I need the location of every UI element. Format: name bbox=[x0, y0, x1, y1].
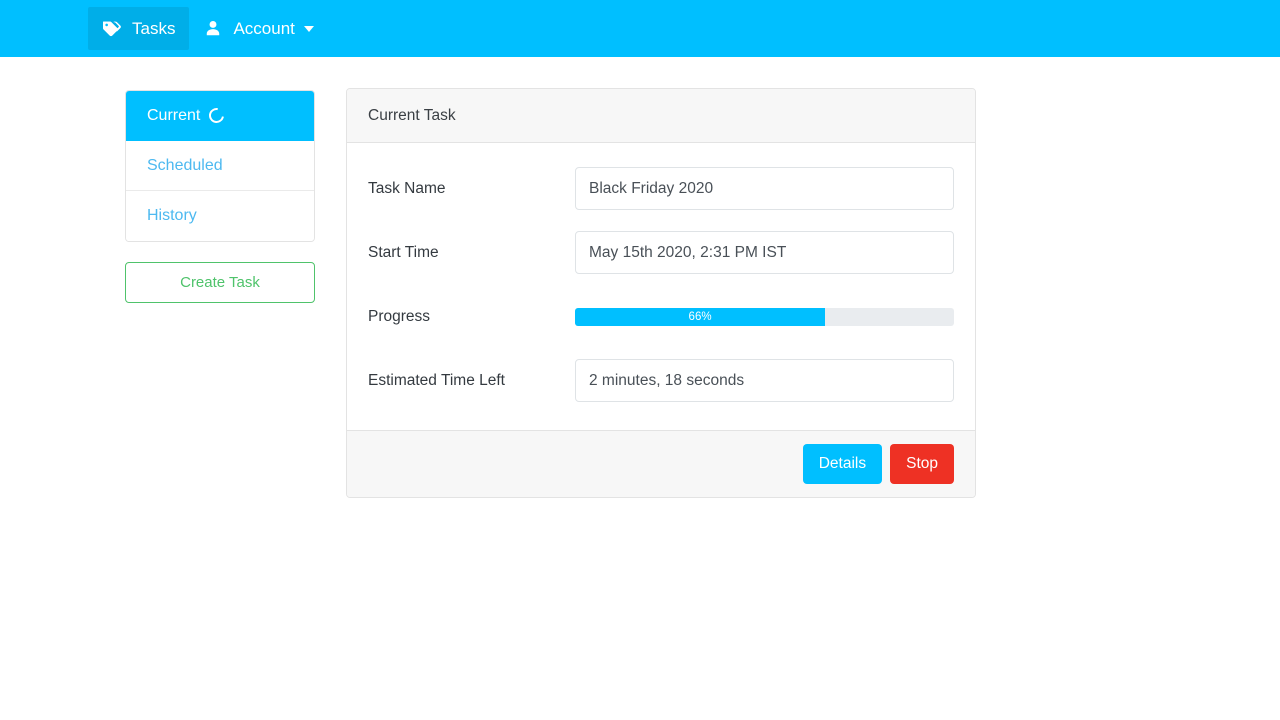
estimated-time-left-input[interactable] bbox=[575, 359, 954, 402]
progress-bar-fill: 66% bbox=[575, 307, 826, 326]
create-task-button-label: Create Task bbox=[180, 274, 260, 291]
nav-item-tasks-label: Tasks bbox=[132, 18, 176, 38]
card-title: Current Task bbox=[368, 106, 456, 124]
current-task-card: Current Task Task Name Start Time Progre… bbox=[346, 88, 976, 498]
sidebar-item-scheduled-label: Scheduled bbox=[147, 156, 223, 174]
task-name-input[interactable] bbox=[575, 167, 954, 210]
nav-item-account-label: Account bbox=[233, 18, 295, 38]
sidebar: Current Scheduled History Create Task bbox=[125, 90, 315, 303]
app-window: Tasks Account Current Scheduled History … bbox=[0, 0, 1280, 720]
sidebar-item-history[interactable]: History bbox=[126, 191, 314, 241]
stop-button-label: Stop bbox=[906, 455, 938, 472]
task-name-label: Task Name bbox=[368, 179, 446, 197]
tags-icon bbox=[102, 19, 122, 39]
main-content: Current Scheduled History Create Task Cu… bbox=[0, 57, 1280, 720]
chevron-down-icon bbox=[303, 25, 314, 32]
details-button-label: Details bbox=[818, 455, 867, 472]
user-icon bbox=[203, 19, 223, 39]
field-row-progress: Progress 66% bbox=[368, 295, 954, 338]
stop-button[interactable]: Stop bbox=[890, 444, 954, 484]
start-time-label: Start Time bbox=[368, 243, 439, 261]
sidebar-item-current[interactable]: Current bbox=[126, 91, 314, 141]
progress-label: Progress bbox=[368, 307, 431, 325]
sidebar-item-scheduled[interactable]: Scheduled bbox=[126, 141, 314, 191]
field-row-start-time: Start Time bbox=[368, 231, 954, 274]
card-body: Task Name Start Time Progress 66% bbox=[347, 143, 975, 430]
sidebar-item-current-label: Current bbox=[147, 106, 201, 124]
card-footer: Details Stop bbox=[347, 430, 975, 497]
field-row-estimated-time-left: Estimated Time Left bbox=[368, 359, 954, 402]
nav-item-account[interactable]: Account bbox=[189, 7, 327, 50]
top-navbar: Tasks Account bbox=[0, 0, 1280, 57]
create-task-button[interactable]: Create Task bbox=[125, 262, 315, 303]
field-row-task-name: Task Name bbox=[368, 167, 954, 210]
estimated-time-left-label: Estimated Time Left bbox=[368, 371, 505, 389]
card-header: Current Task bbox=[347, 89, 975, 143]
progress-bar-track: 66% bbox=[575, 307, 954, 326]
nav-item-tasks[interactable]: Tasks bbox=[88, 7, 190, 50]
details-button[interactable]: Details bbox=[802, 444, 883, 484]
task-view-list: Current Scheduled History bbox=[125, 90, 315, 242]
loading-spinner-icon bbox=[206, 105, 228, 126]
start-time-input[interactable] bbox=[575, 231, 954, 274]
progress-percent-text: 66% bbox=[688, 310, 712, 323]
sidebar-item-history-label: History bbox=[147, 207, 197, 224]
